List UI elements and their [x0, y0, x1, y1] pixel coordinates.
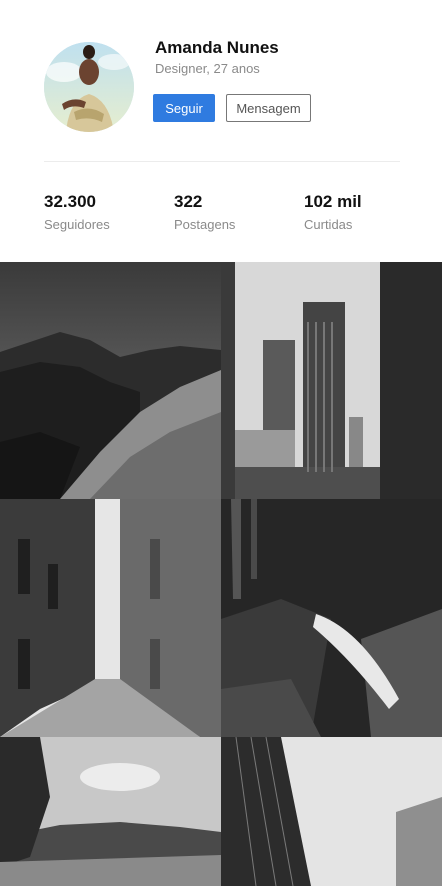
photo-glass-buildings[interactable]	[221, 737, 442, 886]
stat-posts-label: Postagens	[174, 217, 236, 232]
photo-grid	[0, 262, 442, 886]
stat-followers-label: Seguidores	[44, 217, 110, 232]
follow-button[interactable]: Seguir	[153, 94, 215, 122]
photo-narrow-alley[interactable]	[0, 499, 221, 737]
profile-header: Amanda Nunes Designer, 27 anos Seguir Me…	[0, 0, 442, 262]
photo-city-skyscrapers[interactable]	[221, 262, 442, 499]
photo-hill-with-flowers[interactable]	[0, 737, 221, 886]
profile-subtitle: Designer, 27 anos	[155, 61, 260, 76]
stat-followers[interactable]: 32.300 Seguidores	[44, 192, 110, 232]
avatar[interactable]	[44, 42, 134, 132]
photo-mountain-landscape[interactable]	[0, 262, 221, 499]
stat-likes[interactable]: 102 mil Curtidas	[304, 192, 362, 232]
photo-waterfall-rocks[interactable]	[221, 499, 442, 737]
stat-likes-label: Curtidas	[304, 217, 353, 232]
stat-posts-value: 322	[174, 192, 203, 211]
profile-name: Amanda Nunes	[155, 38, 279, 57]
stat-likes-value: 102 mil	[304, 192, 362, 211]
divider	[44, 161, 400, 162]
stat-followers-value: 32.300	[44, 192, 96, 211]
stat-posts[interactable]: 322 Postagens	[174, 192, 235, 232]
message-button[interactable]: Mensagem	[226, 94, 311, 122]
